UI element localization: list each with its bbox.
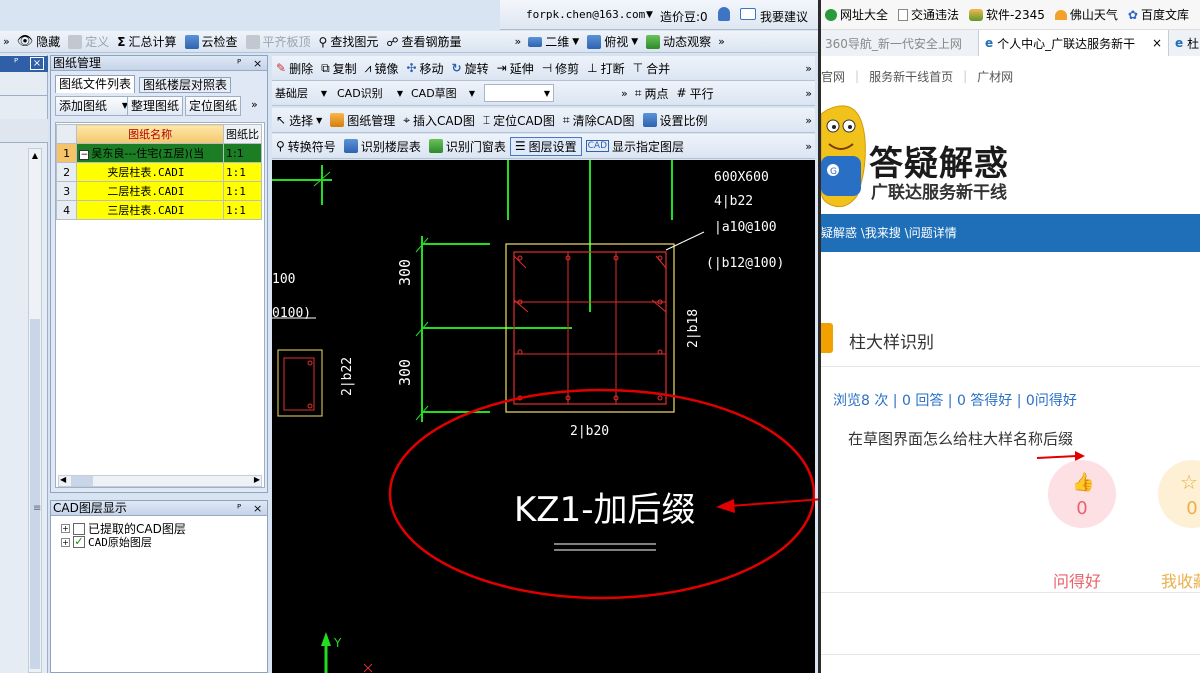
question-title: 柱大样识别 bbox=[849, 333, 934, 353]
nav-separator: | bbox=[963, 69, 968, 83]
favorite-count: 0 bbox=[1186, 498, 1198, 519]
annotation-arrowhead bbox=[716, 499, 735, 513]
bookmark-item[interactable]: 网址大全 bbox=[825, 6, 888, 23]
bookmark-item[interactable]: 软件-2345 bbox=[969, 6, 1045, 23]
title-marker bbox=[821, 323, 833, 353]
nav-link[interactable]: 广材网 bbox=[977, 68, 1013, 85]
qa-banner: G 答疑解惑 广联达服务新干线 bbox=[821, 100, 1200, 214]
bookmark-bar: 网址大全 交通违法 软件-2345 佛山天气 ✿ 百度文库 bbox=[821, 0, 1200, 30]
browser-window: 网址大全 交通违法 软件-2345 佛山天气 ✿ 百度文库 360导航_新一代安全… bbox=[818, 0, 1200, 673]
nav-separator: | bbox=[855, 69, 860, 83]
browser-tab[interactable]: e杜 bbox=[1169, 30, 1200, 56]
close-icon[interactable]: × bbox=[1152, 36, 1162, 50]
like-label[interactable]: 问得好 bbox=[1053, 568, 1101, 592]
thumbs-up-icon: 👍 bbox=[1072, 472, 1095, 493]
browser-tab[interactable]: 360导航_新一代安全上网 bbox=[821, 30, 979, 56]
bookmark-item[interactable]: ✿ 百度文库 bbox=[1128, 6, 1189, 23]
site-nav: 官网 | 服务新干线首页 | 广材网 bbox=[821, 56, 1200, 96]
banner-subtitle: 广联达服务新干线 bbox=[871, 183, 1007, 203]
bookmark-item[interactable]: 交通违法 bbox=[898, 6, 959, 23]
like-button[interactable]: 👍 0 bbox=[1048, 460, 1116, 528]
ie-icon: e bbox=[1175, 36, 1184, 50]
star-icon: ☆ bbox=[1180, 470, 1198, 494]
svg-text:G: G bbox=[830, 167, 837, 177]
software-icon bbox=[969, 8, 984, 21]
nav-link[interactable]: 服务新干线首页 bbox=[869, 68, 953, 85]
question-body: 在草图界面怎么给柱大样名称后缀 bbox=[848, 430, 1074, 448]
divider bbox=[821, 592, 1200, 593]
divider bbox=[821, 654, 1200, 655]
weather-icon bbox=[1054, 9, 1067, 20]
like-count: 0 bbox=[1076, 498, 1088, 519]
divider bbox=[821, 366, 1200, 367]
favorite-button[interactable]: ☆ 0 bbox=[1158, 460, 1200, 528]
bookmark-item[interactable]: 佛山天气 bbox=[1054, 6, 1118, 23]
favorite-label[interactable]: 我收藏 bbox=[1161, 568, 1200, 592]
globe-icon bbox=[825, 8, 837, 21]
baidu-icon: ✿ bbox=[1127, 7, 1138, 22]
page-icon bbox=[898, 8, 909, 21]
browser-tab-active[interactable]: e 个人中心_广联达服务新干 × bbox=[979, 30, 1169, 56]
question-stats: 浏览8 次 | 0 回答 | 0 答得好 | 0问得好 bbox=[833, 393, 1077, 409]
breadcrumb[interactable]: 疑解惑 \我来搜 \问题详情 bbox=[821, 214, 1200, 252]
ie-icon: e bbox=[985, 36, 994, 50]
nav-link[interactable]: 官网 bbox=[821, 68, 845, 85]
